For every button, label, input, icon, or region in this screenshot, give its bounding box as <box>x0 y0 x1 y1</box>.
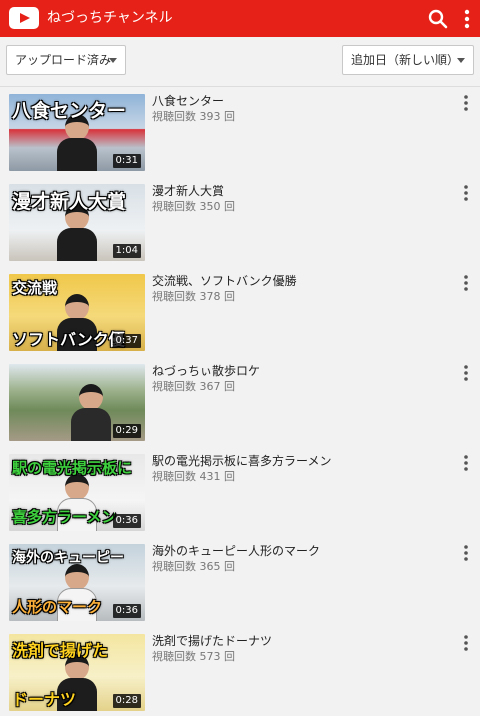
thumbnail-caption: ドーナツ <box>12 690 77 709</box>
thumbnail-caption: 喜多方ラーメン <box>12 508 117 526</box>
thumbnail-caption: 洗剤で揚げた <box>12 641 109 660</box>
video-item[interactable]: 0:29 ねづっちぃ散歩ロケ 視聴回数 367 回 <box>0 356 480 446</box>
upload-filter-label: アップロード済み <box>15 53 112 67</box>
video-item[interactable]: 八食センター 0:31 八食センター 視聴回数 393 回 <box>0 86 480 176</box>
channel-title: ねづっちチャンネル <box>47 10 173 26</box>
video-duration: 1:04 <box>112 244 141 258</box>
thumbnail-caption: ソフトバンク優 <box>12 330 125 349</box>
view-count: 視聴回数 431 回 <box>152 470 235 483</box>
person-image <box>71 384 111 441</box>
dropdown-arrow-icon <box>457 58 465 63</box>
video-duration: 0:28 <box>112 694 141 708</box>
video-thumbnail[interactable]: 交流戦 ソフトバンク優 0:37 <box>9 274 145 351</box>
video-title[interactable]: 海外のキューピー人形のマーク <box>152 544 452 559</box>
view-count: 視聴回数 350 回 <box>152 200 235 213</box>
video-title[interactable]: ねづっちぃ散歩ロケ <box>152 364 452 379</box>
video-item[interactable]: 交流戦 ソフトバンク優 0:37 交流戦、ソフトバンク優勝 視聴回数 378 回 <box>0 266 480 356</box>
video-title[interactable]: 駅の電光掲示板に喜多方ラーメン <box>152 454 452 469</box>
thumbnail-caption: 海外のキューピー <box>12 550 124 566</box>
video-duration: 0:36 <box>112 514 141 528</box>
view-count: 視聴回数 367 回 <box>152 380 235 393</box>
video-title[interactable]: 漫才新人大賞 <box>152 184 452 199</box>
more-vert-icon[interactable] <box>459 274 473 292</box>
video-duration: 0:29 <box>112 424 141 438</box>
video-item[interactable]: 海外のキューピー 人形のマーク 0:36 海外のキューピー人形のマーク 視聴回数… <box>0 536 480 626</box>
more-vert-icon[interactable] <box>459 184 473 202</box>
video-title[interactable]: 交流戦、ソフトバンク優勝 <box>152 274 452 289</box>
video-thumbnail[interactable]: 0:29 <box>9 364 145 441</box>
video-title[interactable]: 八食センター <box>152 94 452 109</box>
more-vert-icon[interactable] <box>459 544 473 562</box>
upload-filter-dropdown[interactable]: アップロード済み <box>6 45 126 75</box>
view-count: 視聴回数 378 回 <box>152 290 235 303</box>
filter-bar: アップロード済み 追加日（新しい順） <box>0 37 480 87</box>
video-item[interactable]: 洗剤で揚げた ドーナツ 0:28 洗剤で揚げたドーナツ 視聴回数 573 回 <box>0 626 480 716</box>
video-thumbnail[interactable]: 海外のキューピー 人形のマーク 0:36 <box>9 544 145 621</box>
video-duration: 0:37 <box>112 334 141 348</box>
video-thumbnail[interactable]: 洗剤で揚げた ドーナツ 0:28 <box>9 634 145 711</box>
more-vert-icon[interactable] <box>459 364 473 382</box>
video-item[interactable]: 漫才新人大賞 1:04 漫才新人大賞 視聴回数 350 回 <box>0 176 480 266</box>
thumbnail-caption: 人形のマーク <box>12 598 103 616</box>
video-title[interactable]: 洗剤で揚げたドーナツ <box>152 634 452 649</box>
sort-label: 追加日（新しい順） <box>351 53 460 67</box>
view-count: 視聴回数 393 回 <box>152 110 235 123</box>
more-vert-icon[interactable] <box>458 7 476 31</box>
video-thumbnail[interactable]: 駅の電光掲示板に 喜多方ラーメン 0:36 <box>9 454 145 531</box>
thumbnail-caption: 交流戦 <box>12 279 58 297</box>
youtube-logo-icon[interactable] <box>9 7 39 29</box>
video-thumbnail[interactable]: 八食センター 0:31 <box>9 94 145 171</box>
thumbnail-caption: 駅の電光掲示板に <box>12 459 133 477</box>
view-count: 視聴回数 573 回 <box>152 650 235 663</box>
video-duration: 0:36 <box>112 604 141 618</box>
video-item[interactable]: 駅の電光掲示板に 喜多方ラーメン 0:36 駅の電光掲示板に喜多方ラーメン 視聴… <box>0 446 480 536</box>
more-vert-icon[interactable] <box>459 454 473 472</box>
dropdown-arrow-icon <box>109 58 117 63</box>
more-vert-icon[interactable] <box>459 94 473 112</box>
thumbnail-caption: 漫才新人大賞 <box>12 191 127 213</box>
search-icon[interactable] <box>426 7 450 31</box>
video-duration: 0:31 <box>112 154 141 168</box>
sort-dropdown[interactable]: 追加日（新しい順） <box>342 45 474 75</box>
app-bar: ねづっちチャンネル <box>0 0 480 37</box>
video-thumbnail[interactable]: 漫才新人大賞 1:04 <box>9 184 145 261</box>
view-count: 視聴回数 365 回 <box>152 560 235 573</box>
more-vert-icon[interactable] <box>459 634 473 652</box>
thumbnail-caption: 八食センター <box>12 100 127 122</box>
